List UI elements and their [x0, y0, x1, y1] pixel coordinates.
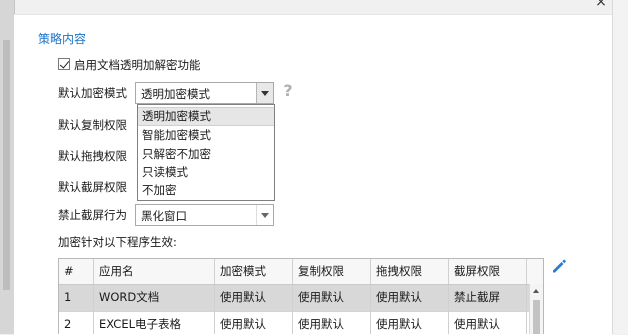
dropdown-option-smart[interactable]: 智能加密模式 — [138, 126, 274, 145]
table-row[interactable]: 2 EXCEL电子表格 使用默认 使用默认 使用默认 使用默认 — [59, 312, 543, 334]
table-cell: 2 — [59, 312, 94, 334]
table-cell: WORD文档 — [94, 285, 215, 311]
close-icon[interactable]: × — [593, 0, 609, 10]
block-screenshot-behavior-value: 黑化窗口 — [141, 209, 187, 223]
default-encrypt-mode-value: 透明加密模式 — [141, 87, 210, 101]
encrypt-mode-dropdown-list[interactable]: 透明加密模式 智能加密模式 只解密不加密 只读模式 不加密 — [137, 104, 275, 201]
enable-encryption-checkbox[interactable] — [58, 58, 70, 70]
scrollbar-thumb[interactable] — [533, 300, 540, 334]
program-table: # 应用名 加密模式 复制权限 拖拽权限 截屏权限 1 WORD文档 使用默认 … — [58, 258, 544, 334]
block-screenshot-behavior-select[interactable]: 黑化窗口 — [135, 204, 274, 226]
column-header-drag-permission[interactable]: 拖拽权限 — [371, 259, 449, 284]
block-screenshot-behavior-label: 禁止截屏行为 — [58, 208, 127, 222]
dropdown-option-readonly[interactable]: 只读模式 — [138, 163, 274, 182]
scroll-up-arrow-icon[interactable] — [533, 289, 539, 293]
section-title: 策略内容 — [38, 32, 87, 46]
table-cell: 1 — [59, 285, 94, 311]
left-window-edge — [0, 0, 15, 334]
dropdown-option-transparent[interactable]: 透明加密模式 — [138, 107, 274, 126]
chevron-down-icon[interactable] — [256, 83, 273, 103]
column-header-copy-permission[interactable]: 复制权限 — [293, 259, 371, 284]
table-cell[interactable]: 使用默认 — [371, 285, 449, 311]
default-copy-permission-label: 默认复制权限 — [58, 118, 127, 132]
table-cell[interactable]: 使用默认 — [449, 312, 527, 334]
column-header-encrypt-mode[interactable]: 加密模式 — [215, 259, 293, 284]
default-screenshot-permission-label: 默认截屏权限 — [58, 180, 127, 194]
table-cell[interactable]: 使用默认 — [293, 285, 371, 311]
dropdown-option-no-encrypt[interactable]: 不加密 — [138, 181, 274, 200]
column-header-index[interactable]: # — [59, 259, 94, 284]
table-cell[interactable]: 禁止截屏 — [449, 285, 527, 311]
table-cell[interactable]: 使用默认 — [215, 312, 293, 334]
help-icon[interactable]: ? — [281, 82, 295, 100]
default-encrypt-mode-label: 默认加密模式 — [58, 86, 127, 100]
left-edge-notch — [3, 40, 10, 290]
chevron-down-icon[interactable] — [256, 205, 273, 225]
table-cell[interactable]: 使用默认 — [215, 285, 293, 311]
table-header: # 应用名 加密模式 复制权限 拖拽权限 截屏权限 — [59, 259, 543, 285]
table-cell[interactable]: 使用默认 — [371, 312, 449, 334]
enable-encryption-label[interactable]: 启用文档透明加解密功能 — [74, 57, 201, 73]
table-row[interactable]: 1 WORD文档 使用默认 使用默认 使用默认 禁止截屏 — [59, 285, 543, 312]
pencil-icon[interactable] — [550, 257, 568, 275]
table-cell: EXCEL电子表格 — [94, 312, 215, 334]
dropdown-option-decrypt-only[interactable]: 只解密不加密 — [138, 145, 274, 164]
table-scrollbar[interactable] — [529, 284, 543, 334]
default-drag-permission-label: 默认拖拽权限 — [58, 149, 127, 163]
column-header-screenshot-permission[interactable]: 截屏权限 — [449, 259, 527, 284]
program-scope-label: 加密针对以下程序生效: — [58, 235, 177, 249]
table-cell[interactable]: 使用默认 — [293, 312, 371, 334]
right-scrollbar-track[interactable] — [612, 0, 628, 334]
default-encrypt-mode-select[interactable]: 透明加密模式 — [135, 82, 274, 104]
column-header-app-name[interactable]: 应用名 — [94, 259, 215, 284]
